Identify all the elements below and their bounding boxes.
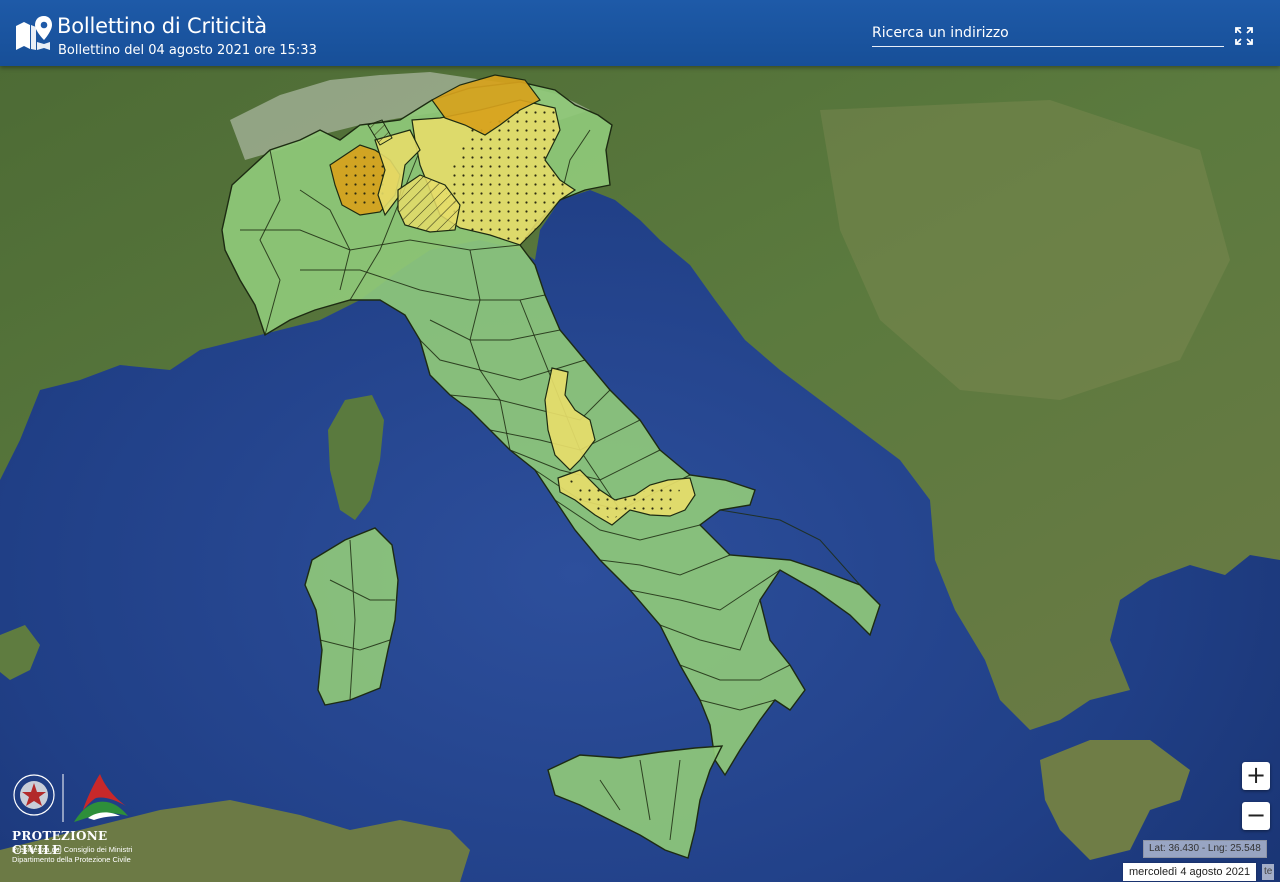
map-attribution[interactable]: te	[1262, 864, 1275, 880]
emblem-icon	[13, 774, 128, 822]
page-title: Bollettino di Criticità	[57, 14, 267, 38]
fullscreen-icon[interactable]	[1234, 26, 1254, 46]
protezione-civile-logo: PROTEZIONE CIVILE Presidenza del Consigl…	[8, 770, 138, 870]
org-subtitle-2: Dipartimento della Protezione Civile	[12, 855, 131, 864]
map-pin-icon	[16, 16, 52, 50]
zoom-out-button[interactable]: −	[1242, 802, 1270, 830]
org-subtitle-1: Presidenza del Consiglio dei Ministri	[12, 845, 133, 854]
cursor-coordinates: Lat: 36.430 - Lng: 25.548	[1143, 840, 1267, 858]
bulletin-date: Bollettino del 04 agosto 2021 ore 15:33	[58, 43, 317, 58]
app-header: Bollettino di Criticità Bollettino del 0…	[0, 0, 1280, 66]
address-search-input[interactable]	[872, 20, 1224, 47]
zoom-in-button[interactable]: +	[1242, 762, 1270, 790]
date-label: mercoledì 4 agosto 2021	[1123, 863, 1257, 881]
map-view[interactable]	[0, 0, 1280, 882]
